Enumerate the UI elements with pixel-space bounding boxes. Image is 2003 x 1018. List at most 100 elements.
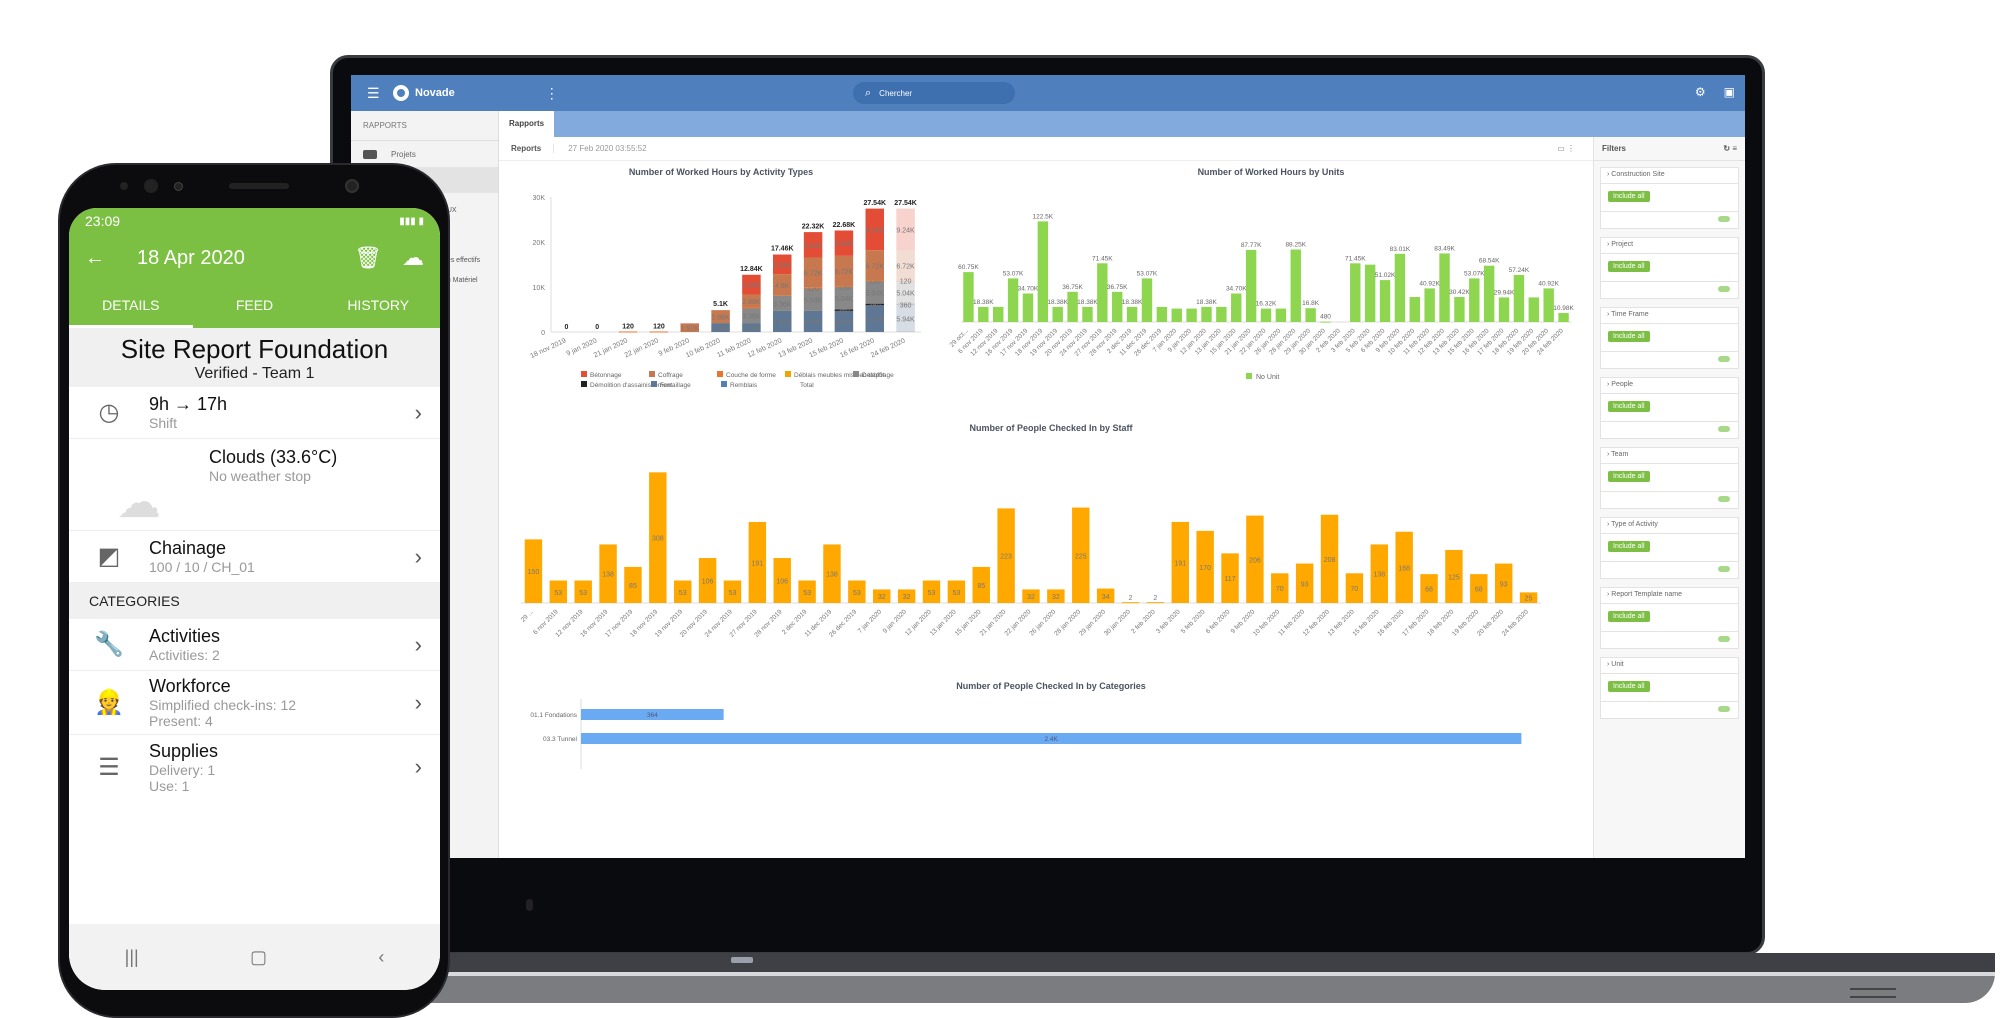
category-workforce[interactable]: 👷 Workforce Simplified check-ins: 12 Prese…	[69, 671, 440, 735]
chevron-right-icon: ›	[414, 754, 422, 779]
home-icon[interactable]: ▢	[250, 947, 267, 968]
include-all-button[interactable]: Include all	[1608, 261, 1650, 272]
search-input[interactable]: ⌕ Chercher	[853, 82, 1015, 104]
bar	[1558, 312, 1569, 322]
data-label: 138	[1373, 572, 1385, 579]
bar	[1454, 297, 1465, 322]
app-logo[interactable]: Novade	[393, 85, 455, 101]
filter-group-title[interactable]: › Time Frame	[1601, 308, 1738, 324]
back-icon[interactable]: ‹	[378, 947, 384, 968]
filter-group: › People Include all	[1600, 377, 1739, 439]
filters-panel: Filters ↻ ≡ › Construction Site Include a…	[1593, 137, 1745, 858]
bar	[1037, 221, 1049, 322]
data-label: 88.25K	[1285, 242, 1306, 249]
data-label: 51.02K	[1375, 272, 1396, 279]
include-all-button[interactable]: Include all	[1608, 541, 1650, 552]
x-tick-label: 2 feb 2020	[1130, 608, 1157, 635]
filter-group-title[interactable]: › Report Template name	[1601, 588, 1738, 604]
report-timestamp: 27 Feb 2020 03:55:52	[568, 144, 647, 153]
category-activities[interactable]: 🔧 Activities Activities: 2 ›	[69, 619, 440, 671]
bar	[1216, 306, 1227, 322]
filter-toggle[interactable]	[1718, 636, 1730, 642]
search-placeholder: Chercher	[879, 88, 913, 98]
filter-toggle[interactable]	[1718, 356, 1730, 362]
x-tick-label: 5 feb 2020	[1180, 608, 1207, 635]
bar	[1379, 280, 1391, 322]
filters-menu-icon[interactable]: ≡	[1732, 144, 1737, 153]
filter-group-title[interactable]: › Unit	[1601, 658, 1738, 674]
x-tick-label: 24 feb 2020	[870, 337, 907, 359]
report-subtitle: Verified - Team 1	[194, 365, 315, 382]
segment-label: 5.64K	[804, 243, 823, 250]
include-all-button[interactable]: Include all	[1608, 611, 1650, 622]
include-all-button[interactable]: Include all	[1608, 331, 1650, 342]
sidebar-item-label: Projets	[391, 149, 416, 159]
filter-group-title[interactable]: › Construction Site	[1601, 168, 1738, 184]
include-all-button[interactable]: Include all	[1608, 681, 1650, 692]
bar	[1097, 263, 1108, 322]
laptop-notch	[731, 957, 753, 963]
data-label: 36.75K	[1062, 284, 1083, 291]
x-tick-label: 24 feb 2020	[1501, 608, 1531, 638]
chainage-row[interactable]: ◩ Chainage 100 / 10 / CH_01 ›	[69, 531, 440, 583]
x-tick-label: 16 feb 2020	[839, 337, 876, 359]
bar	[1320, 321, 1331, 323]
filter-group-title[interactable]: › Project	[1601, 238, 1738, 254]
include-all-button[interactable]: Include all	[1608, 191, 1650, 202]
user-profile-icon[interactable]: ▣	[1724, 85, 1735, 99]
reset-icon[interactable]: ↻	[1723, 144, 1730, 153]
include-all-button[interactable]: Include all	[1608, 471, 1650, 482]
tab-details[interactable]: DETAILS	[69, 282, 193, 328]
status-time: 23:09	[85, 213, 121, 229]
bar	[1186, 308, 1197, 322]
category-supplies[interactable]: ☰ Supplies Delivery: 1 Use: 1 ›	[69, 735, 440, 799]
tab-rapports[interactable]: Rapports	[499, 111, 555, 137]
tab-history[interactable]: HISTORY	[316, 282, 440, 328]
settings-gear-icon[interactable]: ⚙	[1695, 85, 1706, 99]
data-label: 32	[1027, 594, 1035, 601]
trash-icon[interactable]: 🗑	[354, 245, 382, 271]
y-tick-label: 10K	[533, 285, 546, 292]
app-header: ← 18 Apr 2020 🗑 ☁	[69, 234, 440, 282]
cube-icon: ◩	[97, 543, 121, 570]
data-label: 87.77K	[1241, 242, 1262, 249]
breadcrumb-reports[interactable]: Reports	[499, 144, 555, 153]
legend-swatch	[649, 371, 655, 377]
data-label: 18.38K	[973, 299, 994, 306]
more-menu-icon[interactable]: ⋮	[545, 85, 559, 102]
filter-toggle[interactable]	[1718, 286, 1730, 292]
segment-label: 9.24K	[896, 227, 915, 234]
legend-swatch	[717, 371, 723, 377]
data-label: 68	[1475, 587, 1483, 594]
filter-group: › Report Template name Include all	[1600, 587, 1739, 649]
tab-feed[interactable]: FEED	[193, 282, 317, 328]
data-label: 364	[647, 712, 658, 719]
header-title: 18 Apr 2020	[137, 246, 245, 269]
include-all-button[interactable]: Include all	[1608, 401, 1650, 412]
filter-toggle[interactable]	[1718, 216, 1730, 222]
filter-toggle[interactable]	[1718, 566, 1730, 572]
filter-group-title[interactable]: › Type of Activity	[1601, 518, 1738, 534]
back-arrow-icon[interactable]: ←	[85, 247, 105, 270]
filter-group-title[interactable]: › Team	[1601, 448, 1738, 464]
bar-segment	[618, 331, 638, 333]
pdf-export-icon[interactable]: ▭ ⋮	[1543, 144, 1575, 153]
filter-toggle[interactable]	[1718, 426, 1730, 432]
status-bar: 23:09 ▮▮▮ ▮	[69, 208, 440, 234]
filter-group-title[interactable]: › People	[1601, 378, 1738, 394]
data-label: 53	[803, 590, 811, 597]
segment-label: 6.72K	[804, 271, 823, 278]
x-tick-label: 10 feb 2020	[685, 337, 722, 359]
bar	[1290, 249, 1301, 322]
legend-swatch	[581, 371, 587, 377]
sidebar-section-title: RAPPORTS	[351, 111, 498, 141]
data-label: 34.70K	[1018, 285, 1039, 292]
bar	[1260, 308, 1272, 322]
hamburger-menu-icon[interactable]: ☰	[367, 85, 380, 102]
recent-apps-icon[interactable]: |||	[125, 947, 139, 968]
cloud-download-icon[interactable]: ☁	[402, 245, 424, 271]
filter-toggle[interactable]	[1718, 496, 1730, 502]
shift-row[interactable]: ◷ 9h → 17h Shift ›	[69, 387, 440, 439]
segment-label: 5.04K	[896, 290, 915, 297]
filter-toggle[interactable]	[1718, 706, 1730, 712]
